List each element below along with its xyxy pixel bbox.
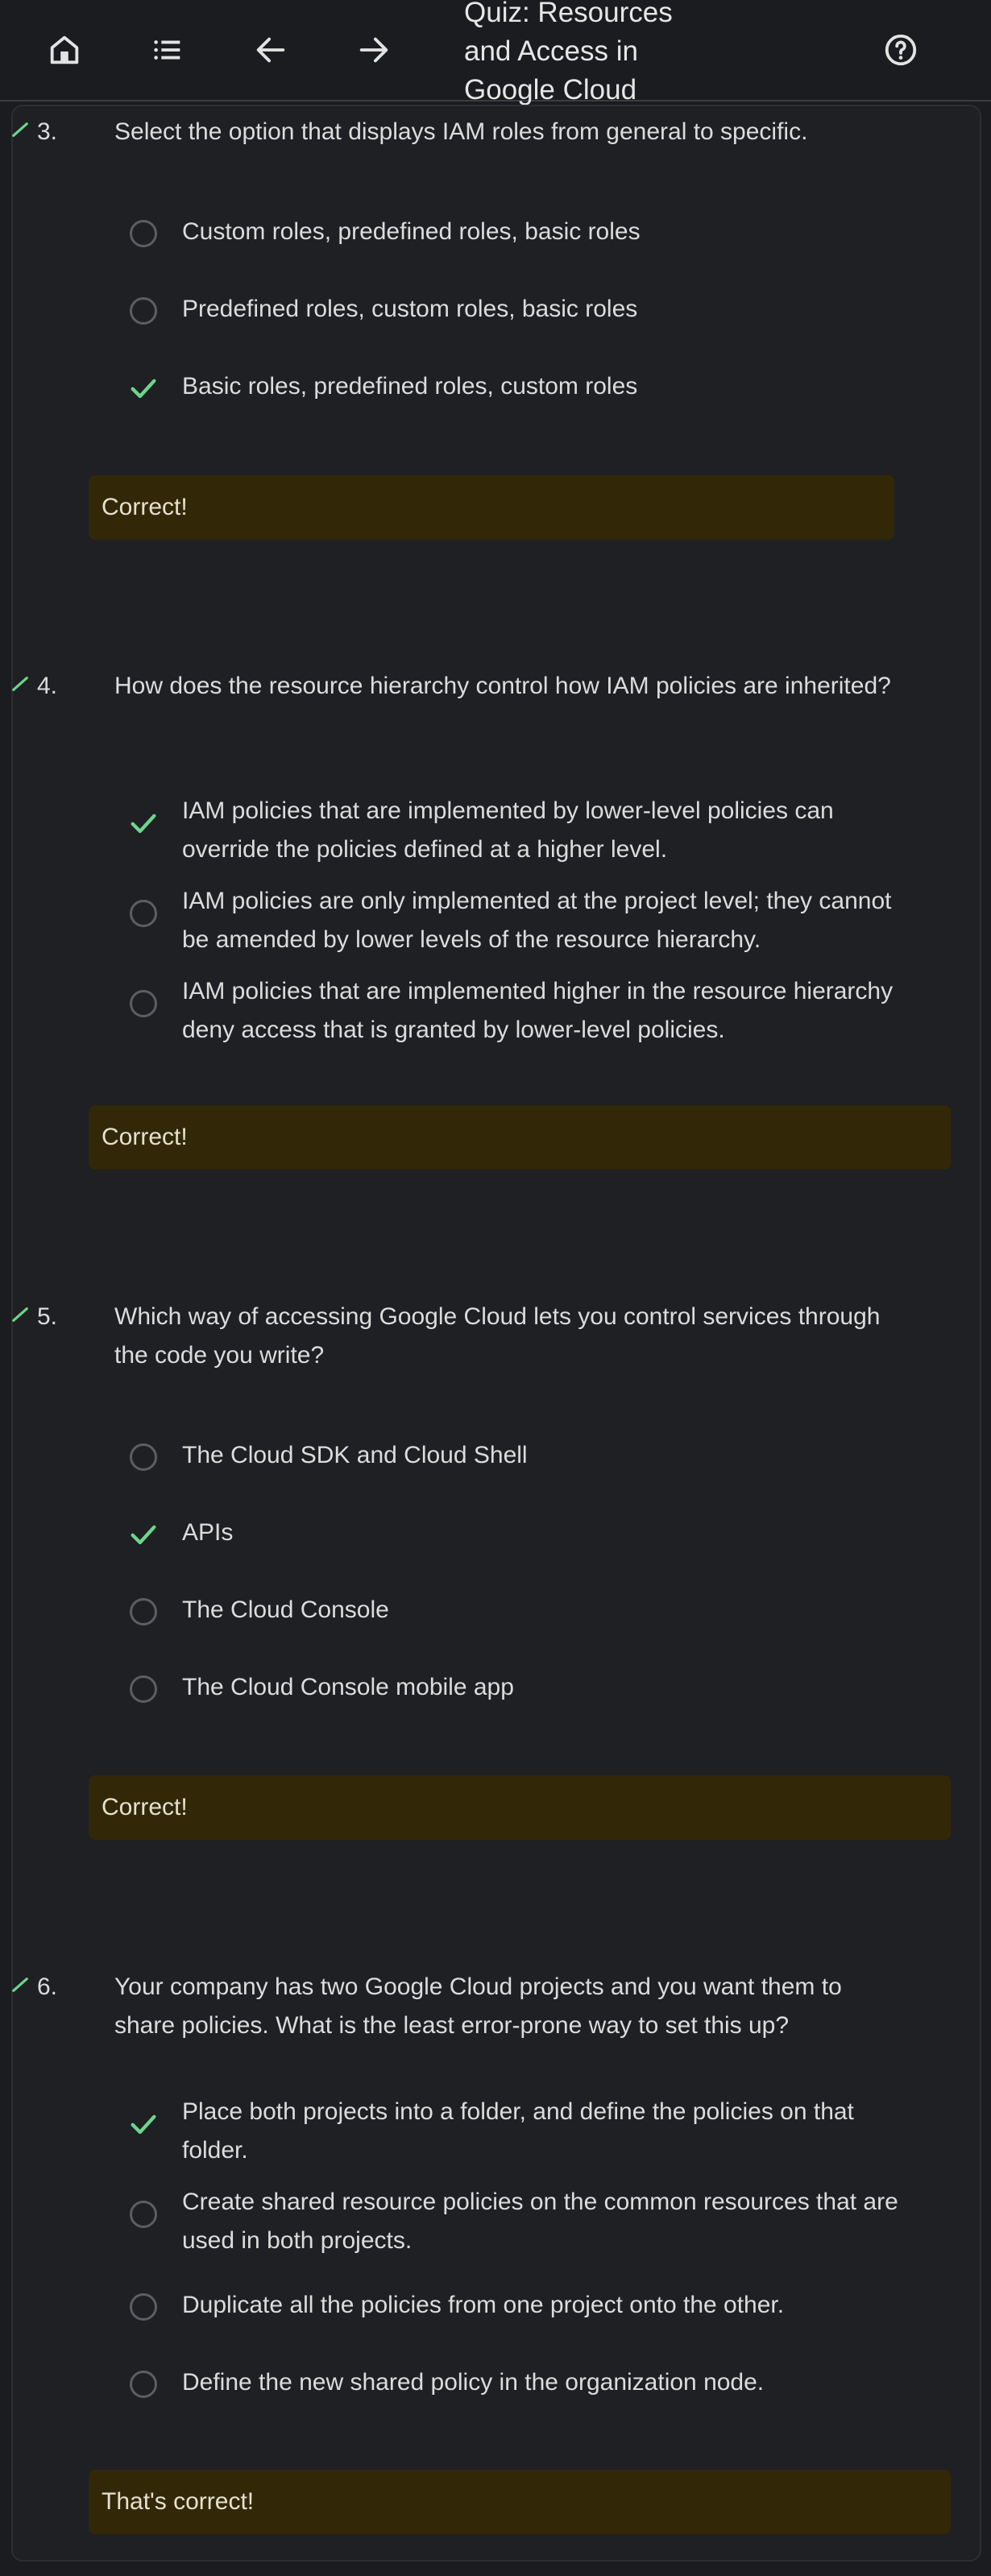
option-radio[interactable]: [126, 216, 161, 251]
previous-button[interactable]: [245, 24, 296, 76]
answer-option[interactable]: APIs: [182, 1514, 907, 1552]
answer-option[interactable]: The Cloud SDK and Cloud Shell: [182, 1436, 907, 1475]
question-correct-mark: [11, 1306, 29, 1323]
option-radio[interactable]: [126, 2197, 161, 2232]
radio-button[interactable]: [130, 990, 157, 1017]
answer-option[interactable]: Custom roles, predefined roles, basic ro…: [182, 213, 907, 251]
answer-option[interactable]: The Cloud Console: [182, 1591, 907, 1630]
option-radio[interactable]: [126, 1594, 161, 1630]
question-text: How does the resource hierarchy control …: [114, 673, 891, 699]
help-button[interactable]: [875, 24, 927, 76]
checkmark-icon: [131, 379, 156, 399]
feedback-banner: Correct!: [89, 1775, 951, 1840]
option-correct-indicator[interactable]: [126, 806, 161, 841]
home-icon: [50, 35, 79, 64]
question-correct-mark: [11, 675, 29, 693]
radio-button[interactable]: [130, 2293, 157, 2321]
checkmark-icon: [131, 1525, 156, 1545]
answer-option[interactable]: IAM policies are only implemented at the…: [182, 882, 907, 959]
option-correct-indicator[interactable]: [126, 1517, 161, 1552]
page-title: Quiz: Resources and Access in Google Clo…: [464, 0, 673, 106]
checkmark-icon: [131, 2114, 156, 2135]
question-number: 4.: [37, 673, 58, 699]
answer-option[interactable]: Duplicate all the policies from one proj…: [182, 2286, 907, 2325]
question-number: 3.: [37, 118, 58, 145]
answer-option[interactable]: Create shared resource policies on the c…: [182, 2183, 907, 2260]
option-radio[interactable]: [126, 2289, 161, 2325]
radio-button[interactable]: [130, 220, 157, 247]
question-text: Which way of accessing Google Cloud lets…: [114, 1303, 881, 1369]
arrow-back-icon: [256, 37, 285, 63]
radio-button[interactable]: [130, 1598, 157, 1626]
answer-option[interactable]: IAM policies that are implemented by low…: [182, 792, 907, 869]
option-radio[interactable]: [126, 293, 161, 329]
answer-option[interactable]: Predefined roles, custom roles, basic ro…: [182, 290, 907, 329]
question-number: 5.: [37, 1303, 58, 1330]
radio-button[interactable]: [130, 297, 157, 325]
question-correct-mark: [11, 121, 29, 139]
option-radio[interactable]: [126, 986, 161, 1021]
answer-option[interactable]: Basic roles, predefined roles, custom ro…: [182, 367, 907, 406]
checkmark-icon: [131, 814, 156, 834]
radio-button[interactable]: [130, 2371, 157, 2398]
option-radio[interactable]: [126, 1439, 161, 1475]
question-number: 6.: [37, 1973, 58, 2000]
check-icon: [12, 1307, 28, 1322]
answer-option[interactable]: IAM policies that are implemented higher…: [182, 972, 907, 1050]
option-correct-indicator[interactable]: [126, 371, 161, 406]
check-icon: [12, 677, 28, 691]
home-button[interactable]: [39, 24, 90, 76]
arrow-forward-icon: [359, 37, 388, 63]
feedback-banner: Correct!: [89, 475, 894, 540]
question-correct-mark: [11, 1976, 29, 1994]
list-icon: [154, 40, 180, 60]
answer-option[interactable]: The Cloud Console mobile app: [182, 1668, 907, 1707]
option-radio[interactable]: [126, 2367, 161, 2402]
radio-button[interactable]: [130, 900, 157, 927]
help-icon: [885, 34, 917, 66]
radio-button[interactable]: [130, 1675, 157, 1703]
feedback-banner: Correct!: [89, 1105, 951, 1170]
radio-button[interactable]: [130, 2201, 157, 2228]
option-correct-indicator[interactable]: [126, 2106, 161, 2142]
outline-button[interactable]: [142, 24, 193, 76]
option-radio[interactable]: [126, 1671, 161, 1707]
question-text: Your company has two Google Cloud projec…: [114, 1973, 842, 2039]
top-app-bar: Quiz: Resources and Access in Google Clo…: [0, 0, 991, 106]
radio-button[interactable]: [130, 1443, 157, 1471]
option-radio[interactable]: [126, 896, 161, 931]
next-button[interactable]: [348, 24, 400, 76]
question-text: Select the option that displays IAM role…: [114, 118, 808, 145]
feedback-banner: That's correct!: [89, 2470, 951, 2534]
check-icon: [12, 122, 28, 137]
check-icon: [12, 1978, 28, 1992]
answer-option[interactable]: Define the new shared policy in the orga…: [182, 2363, 907, 2402]
answer-option[interactable]: Place both projects into a folder, and d…: [182, 2093, 907, 2170]
